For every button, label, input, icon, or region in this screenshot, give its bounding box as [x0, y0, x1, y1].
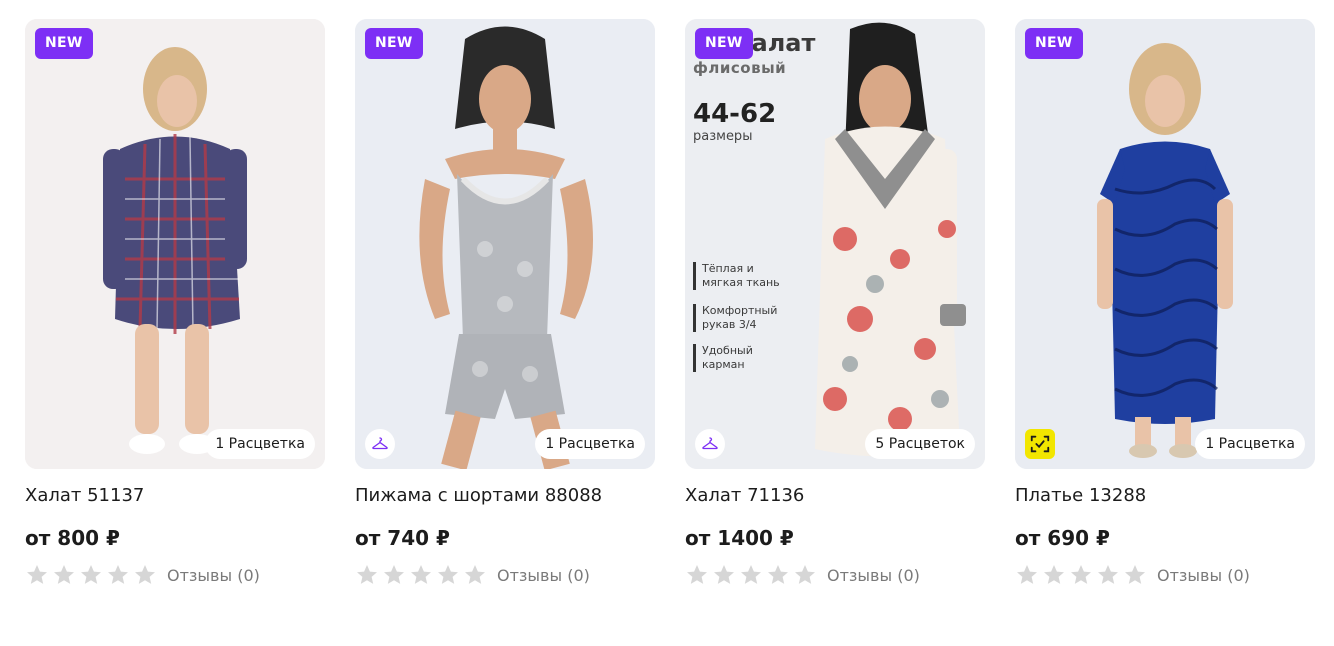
promo-feature-line: Удобный [702, 344, 753, 357]
color-variants-badge[interactable]: 1 Расцветка [205, 429, 315, 459]
star-empty-icon [1044, 565, 1064, 584]
star-empty-icon [27, 565, 47, 584]
star-empty-icon [795, 565, 815, 584]
star-empty-icon [1071, 565, 1091, 584]
star-empty-icon [54, 565, 74, 584]
reviews-link[interactable]: Отзывы (0) [167, 566, 260, 585]
promo-feature-line: карман [702, 358, 745, 371]
hanger-icon[interactable] [365, 429, 395, 459]
color-variants-badge[interactable]: 5 Расцветок [865, 429, 975, 459]
product-photo-pajama-shorts [355, 19, 655, 469]
product-rating: Отзывы (0) [25, 563, 325, 587]
product-card[interactable]: NEW 1 Расцветка Пижама с шортами 88088 о… [355, 19, 655, 587]
new-badge: NEW [695, 28, 753, 59]
star-empty-icon [714, 565, 734, 584]
star-empty-icon [438, 565, 458, 584]
product-title[interactable]: Халат 71136 [685, 485, 985, 507]
promo-feature-line: Комфортный [702, 304, 778, 317]
product-image[interactable]: Халат флисовый 44-62 размеры Тёплая и мя… [685, 19, 985, 469]
rating-stars [685, 563, 817, 587]
star-empty-icon [108, 565, 128, 584]
product-title[interactable]: Пижама с шортами 88088 [355, 485, 655, 507]
product-title[interactable]: Платье 13288 [1015, 485, 1315, 507]
reviews-link[interactable]: Отзывы (0) [497, 566, 590, 585]
star-empty-icon [465, 565, 485, 584]
product-price: от 740 ₽ [355, 526, 450, 550]
star-empty-icon [687, 565, 707, 584]
promo-feature: Тёплая и мягкая ткань [693, 262, 780, 290]
product-grid: NEW 1 Расцветка Халат 51137 от 800 ₽ Отз… [25, 19, 1315, 587]
star-empty-icon [384, 565, 404, 584]
product-card[interactable]: Халат флисовый 44-62 размеры Тёплая и мя… [685, 19, 985, 587]
product-rating: Отзывы (0) [1015, 563, 1315, 587]
product-photo-blue-dress [1015, 19, 1315, 469]
promo-subtitle: флисовый [693, 59, 787, 77]
star-empty-icon [1017, 565, 1037, 584]
product-price: от 1400 ₽ [685, 526, 794, 550]
promo-feature: Удобный карман [693, 344, 753, 372]
promo-feature-line: рукав 3/4 [702, 318, 757, 331]
promo-feature-line: Тёплая и [702, 262, 754, 275]
product-photo-floral-robe [685, 19, 985, 469]
new-badge: NEW [365, 28, 423, 59]
product-image[interactable]: NEW 1 Расцветка [355, 19, 655, 469]
product-title[interactable]: Халат 51137 [25, 485, 325, 507]
reviews-link[interactable]: Отзывы (0) [827, 566, 920, 585]
product-rating: Отзывы (0) [355, 563, 655, 587]
rating-stars [25, 563, 157, 587]
product-card[interactable]: NEW 1 Расцветка Халат 51137 от 800 ₽ Отз… [25, 19, 325, 587]
star-empty-icon [135, 565, 155, 584]
product-image[interactable]: NEW 1 Расцветка [25, 19, 325, 469]
product-card[interactable]: NEW 1 Расцветка Платье 13288 от 690 ₽ От… [1015, 19, 1315, 587]
star-empty-icon [1125, 565, 1145, 584]
product-price: от 800 ₽ [25, 526, 120, 550]
product-rating: Отзывы (0) [685, 563, 985, 587]
promo-feature-line: мягкая ткань [702, 276, 780, 289]
star-empty-icon [1098, 565, 1118, 584]
reviews-link[interactable]: Отзывы (0) [1157, 566, 1250, 585]
promo-sizes-label: размеры [693, 129, 753, 144]
new-badge: NEW [1025, 28, 1083, 59]
rating-stars [1015, 563, 1147, 587]
product-image[interactable]: NEW 1 Расцветка [1015, 19, 1315, 469]
star-empty-icon [411, 565, 431, 584]
scan-icon[interactable] [1025, 429, 1055, 459]
star-empty-icon [741, 565, 761, 584]
star-empty-icon [768, 565, 788, 584]
star-empty-icon [357, 565, 377, 584]
new-badge: NEW [35, 28, 93, 59]
product-price: от 690 ₽ [1015, 526, 1110, 550]
product-photo-plaid-robe [25, 19, 325, 469]
hanger-icon[interactable] [695, 429, 725, 459]
color-variants-badge[interactable]: 1 Расцветка [1195, 429, 1305, 459]
promo-feature: Комфортный рукав 3/4 [693, 304, 777, 332]
star-empty-icon [81, 565, 101, 584]
promo-sizes: 44-62 [693, 99, 777, 129]
rating-stars [355, 563, 487, 587]
color-variants-badge[interactable]: 1 Расцветка [535, 429, 645, 459]
